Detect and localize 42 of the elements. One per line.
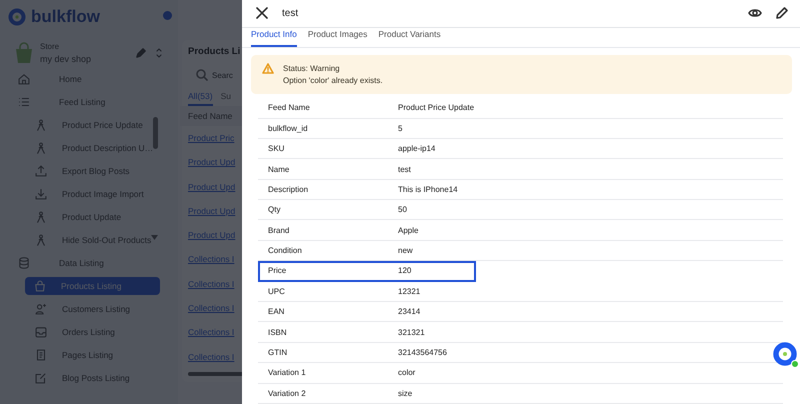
field-value: 321321 <box>398 328 425 337</box>
field-label: bulkflow_id <box>267 124 309 133</box>
field-label: ISBN <box>267 328 288 337</box>
field-label: Price <box>267 266 288 276</box>
field-value: 12321 <box>398 286 420 296</box>
field-value: Apple <box>398 226 418 235</box>
field-value: test <box>398 164 411 174</box>
warning-icon <box>262 63 274 74</box>
field-label: Qty <box>267 205 282 214</box>
field-label: GTIN <box>267 348 288 358</box>
pencil-icon <box>776 7 788 20</box>
logo-text: bulkflow <box>31 7 100 27</box>
alert-message: Option 'color' already exists. <box>283 75 383 88</box>
field-label: Description <box>267 184 310 194</box>
tab[interactable]: Product Images <box>308 29 368 48</box>
field-value: 5 <box>398 124 402 133</box>
field-value: apple-ip14 <box>398 144 436 154</box>
field-value: 23414 <box>398 307 420 316</box>
field-label: Brand <box>267 226 290 235</box>
field-label: EAN <box>267 307 286 316</box>
field-value: 120 <box>398 266 412 276</box>
field-label: Variation 1 <box>267 368 307 378</box>
field-value: This is IPhone14 <box>398 184 458 194</box>
field-label: Feed Name <box>267 103 311 112</box>
drawer-title: test <box>282 8 300 19</box>
field-label: UPC <box>267 286 286 296</box>
field-value: new <box>398 246 413 256</box>
field-value: color <box>398 368 416 378</box>
close-icon <box>256 7 268 20</box>
field-label: SKU <box>267 144 286 154</box>
field-label: Condition <box>267 246 303 256</box>
tab[interactable]: Product Variants <box>378 29 441 48</box>
eye-icon <box>748 8 762 18</box>
field-label: Variation 2 <box>267 388 307 398</box>
tab[interactable]: Product Info <box>251 29 297 48</box>
field-label: Name <box>267 164 290 174</box>
alert-title: Status: Warning <box>283 63 341 76</box>
field-value: 32143564756 <box>398 348 447 358</box>
field-value: 50 <box>398 205 407 214</box>
page-title: Products Li <box>188 45 242 59</box>
field-value: Product Price Update <box>398 103 474 112</box>
field-value: size <box>398 388 412 398</box>
